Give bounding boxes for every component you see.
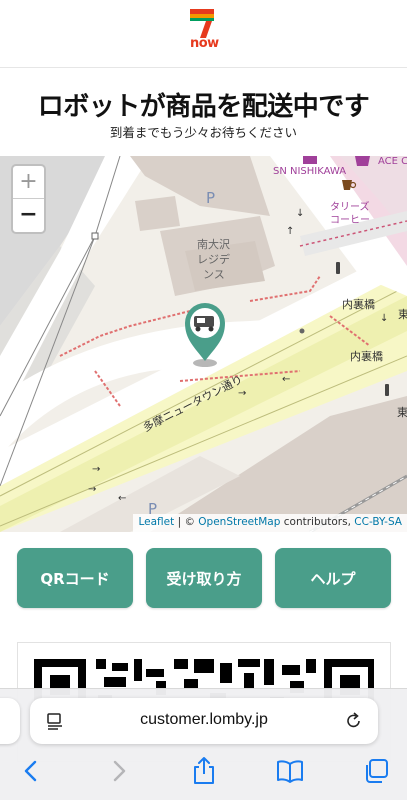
reload-icon[interactable] [344, 711, 364, 731]
map-label-ace: ACE C [378, 156, 407, 167]
page-subtitle: 到着までもう少々お待ちください [109, 125, 298, 140]
url-text: customer.lomby.jp [140, 711, 268, 728]
seven-now-logo[interactable]: now [186, 8, 220, 52]
svg-text:←: ← [282, 374, 290, 385]
help-button[interactable]: ヘルプ [275, 548, 391, 608]
svg-text:↑: ↑ [286, 226, 294, 237]
how-to-receive-button[interactable]: 受け取り方 [146, 548, 262, 608]
attribution-sep: | © [174, 516, 199, 528]
svg-text:→: → [238, 388, 246, 399]
map-label-building-2: レジデ [197, 253, 230, 266]
svg-text:←: ← [118, 493, 126, 504]
chevron-left-icon[interactable] [16, 756, 46, 786]
map-label-building-3: ンス [203, 268, 225, 281]
delivery-map[interactable]: → ← → ← → ↓ ↓ ↑ P 南大沢 レジデ ンス SN NISHIKAW… [0, 156, 407, 532]
svg-text:↓: ↓ [296, 208, 304, 219]
leaflet-link[interactable]: Leaflet [138, 516, 174, 528]
osm-link[interactable]: OpenStreetMap [198, 516, 280, 528]
page-title: ロボットが商品を配送中です [37, 92, 370, 122]
map-label-building-1: 南大沢 [197, 238, 230, 251]
svg-text:↓: ↓ [380, 313, 388, 324]
map-label-cafe-2: コーヒー [330, 215, 370, 226]
address-bar[interactable]: customer.lomby.jp [30, 698, 378, 744]
share-icon[interactable] [189, 756, 219, 786]
logo-now-text: now [190, 36, 219, 51]
map-label-side-1: 東 [398, 308, 407, 321]
robot-location-marker-icon[interactable] [182, 299, 232, 369]
map-label-store: SN NISHIKAWA [273, 166, 347, 177]
app-header: now [0, 0, 407, 68]
zoom-out-button[interactable]: − [13, 199, 44, 232]
chevron-right-icon[interactable] [104, 756, 134, 786]
qr-code-button[interactable]: QRコード [17, 548, 133, 608]
tabs-icon[interactable] [361, 756, 391, 786]
map-attribution: Leaflet | © OpenStreetMap contributors, … [133, 514, 407, 532]
attribution-contrib: contributors, [280, 516, 355, 528]
svg-text:→: → [92, 464, 100, 475]
map-label-side-2: 東 [397, 406, 407, 419]
book-icon[interactable] [275, 756, 305, 786]
seven-logo-icon [190, 9, 214, 38]
map-label-bridge-1: 内裏橋 [342, 298, 375, 311]
license-link[interactable]: CC-BY-SA [354, 516, 402, 528]
map-zoom-control: + − [11, 164, 46, 234]
svg-text:→: → [88, 484, 96, 495]
zoom-in-button[interactable]: + [13, 166, 44, 199]
map-label-bridge-2: 内裏橋 [350, 350, 383, 363]
previous-tab-pill[interactable] [0, 698, 20, 744]
map-label-parking-top: P [206, 189, 216, 207]
